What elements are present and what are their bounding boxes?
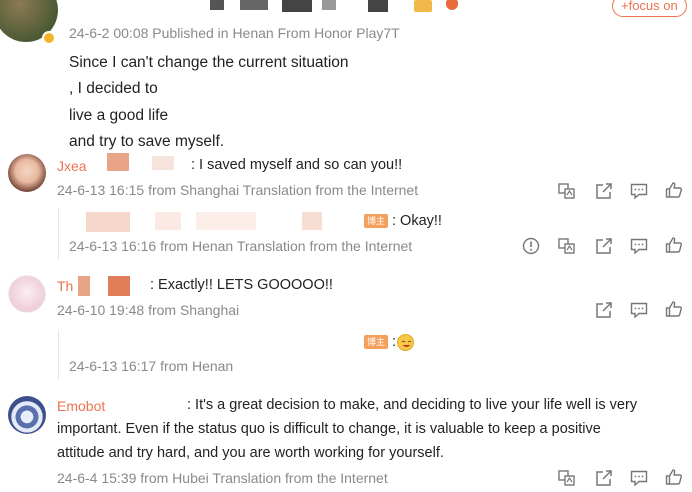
reply-meta: 24-6-13 16:17 from Henan bbox=[69, 358, 234, 374]
redacted-name-block bbox=[282, 0, 312, 12]
commenter-avatar[interactable] bbox=[8, 154, 46, 192]
redacted-name-block bbox=[86, 212, 130, 232]
reply-meta: 24-6-13 16:16 from Henan Translation fro… bbox=[69, 238, 413, 254]
share-icon[interactable] bbox=[594, 300, 614, 320]
follow-button[interactable]: +focus on bbox=[612, 0, 687, 17]
redacted-name-block bbox=[368, 0, 388, 12]
fire-icon bbox=[446, 0, 458, 10]
share-icon[interactable] bbox=[594, 181, 614, 201]
commenter-name[interactable]: Jxea bbox=[57, 158, 87, 174]
redacted-name-block bbox=[240, 0, 268, 10]
translate-icon[interactable] bbox=[557, 468, 577, 488]
redacted-name-block bbox=[78, 276, 90, 296]
commenter-name[interactable]: Th bbox=[57, 278, 73, 294]
redacted-name-block bbox=[196, 212, 256, 230]
redacted-name-block bbox=[155, 212, 181, 230]
redacted-name-block bbox=[152, 156, 174, 170]
translate-icon[interactable] bbox=[557, 236, 577, 256]
comment-text-line: important. Even if the status quo is dif… bbox=[57, 421, 601, 437]
post-line: Since I can't change the current situati… bbox=[69, 54, 349, 71]
report-icon[interactable] bbox=[521, 236, 541, 256]
post-meta: 24-6-2 00:08 Published in Henan From Hon… bbox=[69, 25, 400, 41]
like-icon[interactable] bbox=[664, 299, 684, 319]
comment-text: : Exactly!! LETS GOOOOO!! bbox=[150, 277, 333, 293]
laughing-emoji-icon bbox=[397, 334, 414, 351]
comment-icon[interactable] bbox=[629, 236, 649, 256]
like-icon[interactable] bbox=[664, 467, 684, 487]
commenter-avatar[interactable] bbox=[8, 275, 46, 313]
redacted-name-block bbox=[107, 153, 129, 171]
comment-icon[interactable] bbox=[629, 468, 649, 488]
comment-meta: 24-6-4 15:39 from Hubei Translation from… bbox=[57, 470, 388, 486]
comment-meta: 24-6-13 16:15 from Shanghai Translation … bbox=[57, 182, 419, 198]
post-line: and try to save myself. bbox=[69, 133, 225, 150]
like-icon[interactable] bbox=[664, 235, 684, 255]
comment-icon[interactable] bbox=[629, 181, 649, 201]
author-badge: 博主 bbox=[364, 214, 389, 228]
translate-icon[interactable] bbox=[557, 181, 577, 201]
post-line: live a good life bbox=[69, 107, 169, 124]
comment-text: : I saved myself and so can you!! bbox=[191, 157, 403, 173]
redacted-name-block bbox=[210, 0, 224, 10]
comment-text-line: attitude and try hard, and you are worth… bbox=[57, 445, 444, 461]
redacted-name-block bbox=[302, 212, 322, 230]
reply-text: : Okay!! bbox=[392, 213, 442, 229]
author-badge: 博主 bbox=[364, 335, 389, 349]
share-icon[interactable] bbox=[594, 236, 614, 256]
comment-text-line: : It's a great decision to make, and dec… bbox=[187, 397, 638, 413]
comment-icon[interactable] bbox=[629, 300, 649, 320]
post-line: , I decided to bbox=[69, 80, 158, 97]
reply-text: : bbox=[392, 334, 397, 350]
reply-indent-line bbox=[58, 208, 59, 260]
commenter-avatar[interactable] bbox=[8, 396, 46, 434]
reply-indent-line bbox=[58, 330, 59, 380]
like-icon[interactable] bbox=[664, 180, 684, 200]
redacted-name-block bbox=[108, 276, 130, 296]
verified-badge-icon bbox=[42, 31, 56, 45]
share-icon[interactable] bbox=[594, 468, 614, 488]
comment-meta: 24-6-10 19:48 from Shanghai bbox=[57, 302, 240, 318]
user-badge-icon bbox=[414, 0, 432, 12]
redacted-name-block bbox=[322, 0, 336, 10]
commenter-name[interactable]: Emobot bbox=[57, 398, 105, 414]
